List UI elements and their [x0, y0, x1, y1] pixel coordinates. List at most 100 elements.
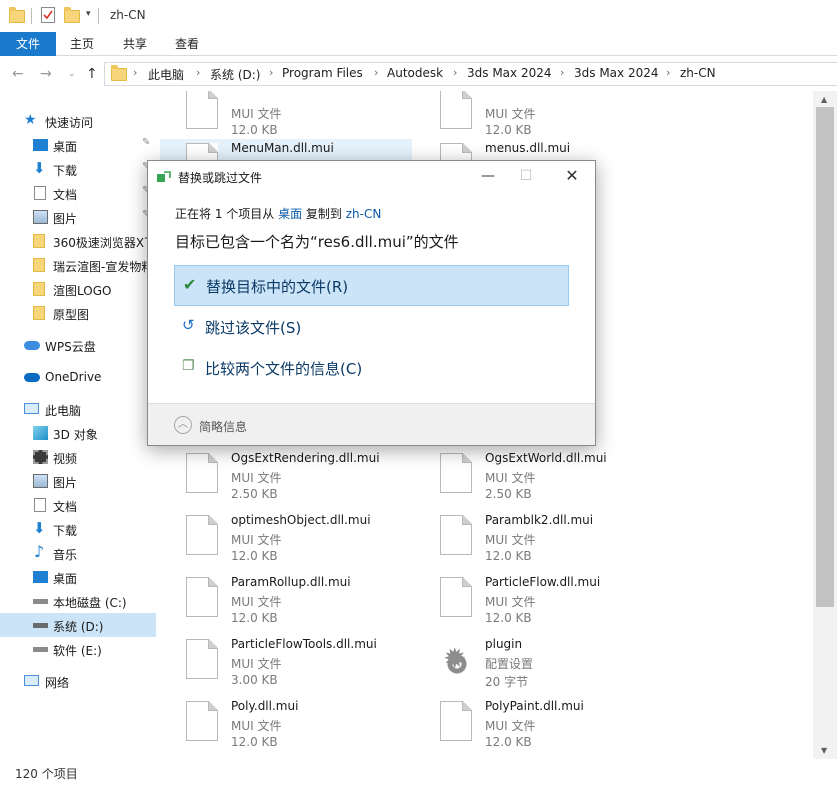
sidebar-item-pictures[interactable]: 图片 ✎: [0, 205, 156, 229]
close-button[interactable]: ✕: [557, 165, 587, 187]
sidebar-item-this-pc[interactable]: 此电脑: [0, 397, 156, 421]
option-label: 跳过该文件(S): [205, 319, 302, 337]
sidebar-item-folder[interactable]: 360极速浏览器X下: [0, 229, 156, 253]
file-icon: [440, 577, 472, 617]
video-icon: [33, 450, 48, 464]
file-size: 12.0 KB: [231, 611, 278, 625]
sidebar-item-documents[interactable]: 文档 ✎: [0, 181, 156, 205]
forward-arrow-icon[interactable]: →: [40, 66, 52, 82]
file-item[interactable]: Poly.dll.mui MUI 文件 12.0 KB: [160, 697, 412, 755]
sidebar-item-downloads-pc[interactable]: ⬇ 下载: [0, 517, 156, 541]
skip-icon: ↺: [182, 316, 195, 334]
sidebar-item-drive-c[interactable]: 本地磁盘 (C:): [0, 589, 156, 613]
breadcrumb-3dsmax-2024[interactable]: 3ds Max 2024: [467, 66, 551, 80]
sidebar-item-label: 文档: [53, 188, 78, 202]
download-icon: ⬇: [33, 519, 46, 537]
sidebar-item-label: WPS云盘: [45, 340, 96, 354]
sidebar-item-pictures-pc[interactable]: 图片: [0, 469, 156, 493]
breadcrumb-autodesk[interactable]: Autodesk: [387, 66, 443, 80]
file-icon: [186, 639, 218, 679]
tab-file[interactable]: 文件: [0, 32, 56, 56]
file-type: MUI 文件: [485, 471, 536, 485]
chevron-right-icon[interactable]: ›: [666, 66, 670, 79]
file-type: MUI 文件: [231, 107, 282, 121]
recent-locations-icon[interactable]: ⌄: [68, 69, 76, 79]
chevron-right-icon[interactable]: ›: [374, 66, 378, 79]
compare-icon: ❐: [182, 358, 195, 374]
sidebar-item-folder[interactable]: 瑞云渲图-宣发物料: [0, 253, 156, 277]
sidebar-item-onedrive[interactable]: OneDrive: [0, 365, 156, 389]
destination-link[interactable]: zh-CN: [346, 207, 382, 221]
tab-share[interactable]: 共享: [114, 32, 156, 56]
chevron-right-icon[interactable]: ›: [196, 66, 200, 79]
sidebar-item-videos[interactable]: 视频: [0, 445, 156, 469]
sidebar-item-desktop[interactable]: 桌面 ✎: [0, 133, 156, 157]
chevron-right-icon[interactable]: ›: [453, 66, 457, 79]
file-icon: [440, 515, 472, 555]
new-folder-icon[interactable]: [64, 7, 80, 23]
file-type: MUI 文件: [231, 595, 282, 609]
sidebar-item-desktop-pc[interactable]: 桌面: [0, 565, 156, 589]
chevron-right-icon[interactable]: ›: [560, 66, 564, 79]
sidebar-item-folder[interactable]: 原型图: [0, 301, 156, 325]
pin-icon[interactable]: ✎: [142, 137, 150, 148]
source-link[interactable]: 桌面: [278, 207, 302, 221]
file-size: 12.0 KB: [485, 123, 532, 137]
checkmark-icon: ✔: [183, 275, 197, 294]
sidebar-item-downloads[interactable]: ⬇ 下载 ✎: [0, 157, 156, 181]
sidebar-item-folder[interactable]: 渲图LOGO: [0, 277, 156, 301]
sidebar-item-drive-d[interactable]: 系统 (D:): [0, 613, 156, 637]
breadcrumb-zh-cn[interactable]: zh-CN: [680, 66, 716, 80]
scroll-up-icon[interactable]: ▲: [821, 95, 827, 104]
quick-access-dropdown-icon[interactable]: ▾: [86, 9, 91, 19]
sidebar-item-label: 网络: [45, 676, 70, 690]
divider: [98, 8, 99, 24]
file-item[interactable]: optimeshObject.dll.mui MUI 文件 12.0 KB: [160, 511, 412, 569]
breadcrumb-3dsmax-2024-sub[interactable]: 3ds Max 2024: [574, 66, 658, 80]
chevron-right-icon[interactable]: ›: [133, 66, 137, 79]
tab-view[interactable]: 查看: [166, 32, 208, 56]
sidebar-item-label: 3D 对象: [53, 428, 98, 442]
scrollbar-thumb[interactable]: [816, 107, 834, 607]
file-item[interactable]: Paramblk2.dll.mui MUI 文件 12.0 KB: [414, 511, 666, 569]
sidebar-item-wps-cloud[interactable]: WPS云盘: [0, 333, 156, 357]
chevron-up-icon[interactable]: ︿: [174, 416, 192, 434]
sidebar-item-drive-e[interactable]: 软件 (E:): [0, 637, 156, 661]
file-item[interactable]: MUI 文件 12.0 KB: [160, 91, 412, 143]
minimize-button[interactable]: —: [473, 165, 503, 187]
file-item[interactable]: ParamRollup.dll.mui MUI 文件 12.0 KB: [160, 573, 412, 631]
replace-file-option[interactable]: ✔ 替换目标中的文件(R): [174, 265, 569, 306]
breadcrumb-drive-d[interactable]: 系统 (D:): [210, 66, 260, 83]
vertical-scrollbar[interactable]: ▲ ▼: [813, 91, 837, 759]
file-name: OgsExtWorld.dll.mui: [485, 451, 607, 465]
scroll-down-icon[interactable]: ▼: [821, 746, 827, 755]
file-item[interactable]: ParticleFlowTools.dll.mui MUI 文件 3.00 KB: [160, 635, 412, 693]
compare-files-option[interactable]: ❐ 比较两个文件的信息(C): [174, 348, 569, 389]
sidebar-item-label: OneDrive: [45, 370, 102, 384]
breadcrumb-this-pc[interactable]: 此电脑: [148, 66, 184, 83]
tab-home[interactable]: 主页: [61, 32, 103, 56]
up-arrow-icon[interactable]: ↑: [86, 66, 98, 82]
sidebar-item-music[interactable]: ♪ 音乐: [0, 541, 156, 565]
file-item[interactable]: OgsExtRendering.dll.mui MUI 文件 2.50 KB: [160, 449, 412, 507]
chevron-right-icon[interactable]: ›: [269, 66, 273, 79]
file-item[interactable]: plugin 配置设置 20 字节: [414, 635, 666, 693]
properties-icon[interactable]: [41, 7, 55, 23]
breadcrumb-program-files[interactable]: Program Files: [282, 66, 363, 80]
file-type: MUI 文件: [485, 107, 536, 121]
folder-icon: [33, 234, 45, 248]
file-item[interactable]: OgsExtWorld.dll.mui MUI 文件 2.50 KB: [414, 449, 666, 507]
file-item[interactable]: MUI 文件 12.0 KB: [414, 91, 666, 143]
conflict-headline: 目标已包含一个名为“res6.dll.mui”的文件: [175, 233, 459, 251]
music-icon: ♪: [34, 542, 45, 561]
sidebar-item-3d-objects[interactable]: 3D 对象: [0, 421, 156, 445]
sidebar-item-documents-pc[interactable]: 文档: [0, 493, 156, 517]
file-item[interactable]: PolyPaint.dll.mui MUI 文件 12.0 KB: [414, 697, 666, 755]
back-arrow-icon[interactable]: ←: [12, 66, 24, 82]
file-item[interactable]: ParticleFlow.dll.mui MUI 文件 12.0 KB: [414, 573, 666, 631]
sidebar-item-quick-access[interactable]: ★ 快速访问: [0, 109, 156, 133]
skip-file-option[interactable]: ↺ 跳过该文件(S): [174, 307, 569, 348]
sidebar-item-label: 渲图LOGO: [53, 284, 112, 298]
sidebar-item-network[interactable]: 网络: [0, 669, 156, 693]
fewer-details-toggle[interactable]: 简略信息: [199, 418, 247, 435]
